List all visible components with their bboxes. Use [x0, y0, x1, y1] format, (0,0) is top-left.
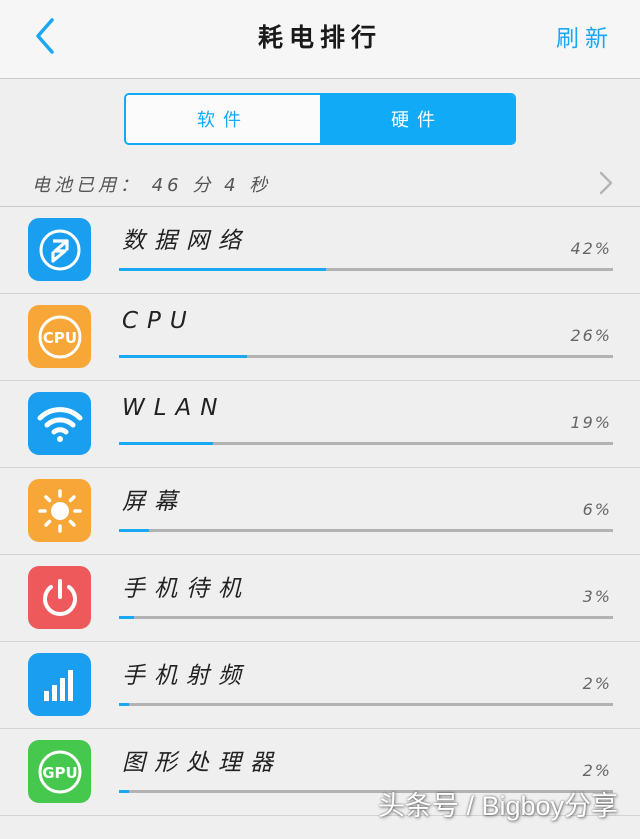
data-network-icon	[28, 218, 91, 281]
power-icon	[28, 566, 91, 629]
gpu-icon: GPU	[28, 740, 91, 803]
usage-bar	[119, 355, 613, 358]
usage-bar	[119, 442, 613, 445]
list-item-screen[interactable]: 屏幕 6%	[0, 468, 640, 555]
item-percent: 2%	[582, 674, 612, 693]
item-name: 手机射频	[122, 663, 250, 689]
usage-bar-fill	[119, 703, 129, 706]
usage-bar-fill	[119, 355, 248, 358]
list-item-data-network[interactable]: 数据网络 42%	[0, 207, 640, 294]
item-percent: 19%	[570, 413, 612, 432]
gpu-icon-label: GPU	[42, 764, 78, 782]
item-name: 数据网络	[122, 228, 250, 254]
tab-hardware[interactable]: 硬件	[320, 95, 514, 143]
watermark: 头条号 / Bigboy分享	[377, 791, 618, 821]
usage-bar	[119, 268, 613, 271]
usage-bar-fill	[119, 268, 327, 271]
item-percent: 3%	[582, 587, 612, 606]
item-percent: 42%	[570, 239, 612, 258]
item-percent: 6%	[582, 500, 612, 519]
list-item-radio[interactable]: 手机射频 2%	[0, 642, 640, 729]
hardware-usage-list: 数据网络 42% CPU CPU 26% WLAN 19% 屏幕 6% 手机待机…	[0, 207, 640, 816]
item-name: 手机待机	[122, 576, 250, 602]
list-item-standby[interactable]: 手机待机 3%	[0, 555, 640, 642]
usage-bar-fill	[119, 790, 129, 793]
list-item-wlan[interactable]: WLAN 19%	[0, 381, 640, 468]
refresh-button[interactable]: 刷新	[556, 19, 614, 53]
item-name: 图形处理器	[122, 750, 282, 776]
item-percent: 2%	[582, 761, 612, 780]
usage-bar	[119, 616, 613, 619]
usage-bar-fill	[119, 529, 149, 532]
top-bar: 耗电排行 刷新	[0, 0, 640, 79]
item-percent: 26%	[570, 326, 612, 345]
cpu-icon-label: CPU	[42, 329, 76, 347]
battery-used-row[interactable]: 电池已用： 46 分 4 秒	[0, 160, 640, 207]
item-name: 屏幕	[122, 489, 186, 515]
brightness-icon	[28, 479, 91, 542]
chevron-right-icon	[599, 171, 613, 195]
cpu-icon: CPU	[28, 305, 91, 368]
usage-bar-fill	[119, 442, 213, 445]
usage-bar	[119, 529, 613, 532]
list-item-cpu[interactable]: CPU CPU 26%	[0, 294, 640, 381]
tab-software[interactable]: 软件	[126, 95, 320, 143]
item-name: CPU	[122, 308, 196, 334]
usage-bar	[119, 703, 613, 706]
signal-icon	[28, 653, 91, 716]
usage-bar-fill	[119, 616, 134, 619]
page-title: 耗电排行	[257, 23, 382, 52]
segmented-control: 软件 硬件	[124, 93, 516, 145]
wifi-icon	[28, 392, 91, 455]
battery-used-text: 电池已用： 46 分 4 秒	[32, 175, 272, 196]
item-name: WLAN	[122, 395, 227, 421]
